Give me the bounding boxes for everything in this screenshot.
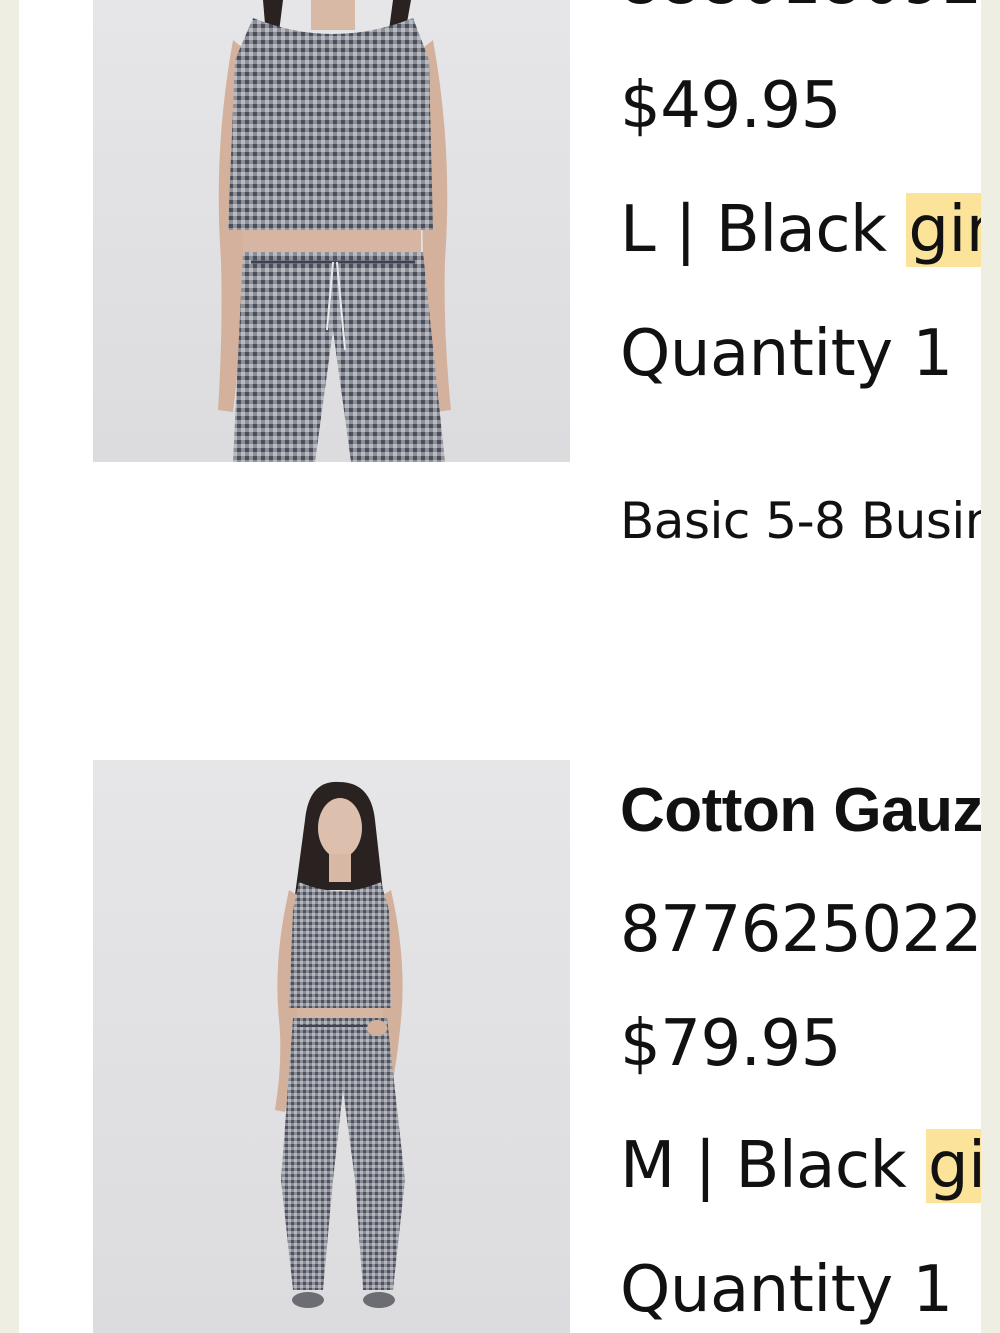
item-price: $49.95 [620, 69, 841, 143]
order-items-page: 888018092000 $49.95 L | Black gingham Qu… [19, 0, 981, 1333]
order-item: 888018092000 $49.95 L | Black gingham Qu… [19, 0, 981, 640]
product-image[interactable] [93, 760, 570, 1333]
item-quantity: Quantity 1 [620, 1253, 953, 1327]
search-highlight: gingham [925, 1129, 981, 1203]
variant-size-color: L | Black [620, 193, 907, 267]
item-price: $79.95 [620, 1007, 841, 1081]
item-details: 888018092000 $49.95 L | Black gingham Qu… [620, 0, 981, 640]
order-item: Cotton Gauze Pants 877625022000 $79.95 M… [19, 760, 981, 1333]
model-wearing-gauze-pants-image [275, 781, 405, 1308]
item-details: Cotton Gauze Pants 877625022000 $79.95 M… [620, 760, 981, 1333]
product-image[interactable] [93, 0, 570, 462]
item-variant: L | Black gingham [620, 193, 981, 267]
model-wearing-gingham-set-image [218, 0, 451, 462]
search-highlight: gingham [906, 193, 981, 267]
product-name[interactable]: Cotton Gauze Pants [620, 780, 981, 842]
item-variant: M | Black gingham [620, 1129, 981, 1203]
shipping-method: Basic 5-8 Business Days [620, 492, 981, 550]
sku-number: 877625022000 [620, 893, 981, 967]
variant-size-color: M | Black [620, 1129, 926, 1203]
sku-number: 888018092000 [620, 0, 981, 14]
item-quantity: Quantity 1 [620, 317, 953, 391]
